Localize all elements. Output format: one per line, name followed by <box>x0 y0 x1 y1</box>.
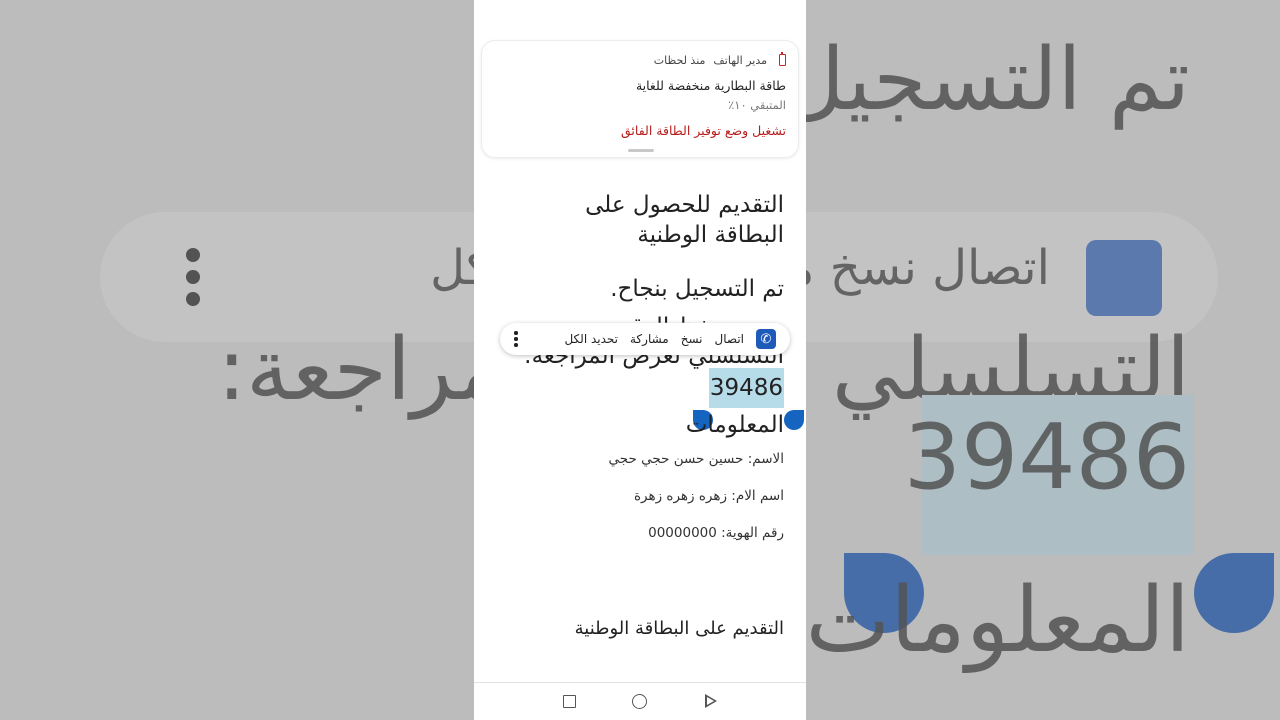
notification-title: طاقة البطارية منخفضة للغاية <box>635 78 786 93</box>
mother-name-field: اسم الام: زهره زهره زهرة <box>633 488 784 504</box>
notification-app-name: مدير الهاتف <box>713 53 767 67</box>
phone-screen: مدير الهاتف منذ لحظات طاقة البطارية منخف… <box>474 0 806 720</box>
more-options-icon[interactable] <box>510 331 522 347</box>
notification-drag-handle[interactable] <box>628 149 654 152</box>
battery-icon <box>779 52 786 66</box>
share-button[interactable]: مشاركة <box>630 332 669 346</box>
notification-time: منذ لحظات <box>653 53 706 67</box>
notification-header: مدير الهاتف منذ لحظات <box>494 51 786 69</box>
call-button[interactable]: اتصال <box>715 332 744 346</box>
battery-notification[interactable]: مدير الهاتف منذ لحظات طاقة البطارية منخف… <box>481 40 799 158</box>
page-title: التقديم للحصول على البطاقة الوطنية <box>585 192 784 248</box>
recents-icon[interactable] <box>563 695 576 708</box>
navigation-bar <box>474 682 806 720</box>
footer-heading: التقديم على البطاقة الوطنية <box>574 618 784 639</box>
text-selection-toolbar: ✆ اتصال نسخ مشاركة تحديد الكل <box>500 323 790 355</box>
back-icon[interactable] <box>705 694 717 708</box>
selection-handle-end[interactable] <box>784 410 804 430</box>
selected-serial-number[interactable]: 39486 <box>708 368 784 408</box>
info-heading: المعلومات <box>685 412 784 438</box>
copy-button[interactable]: نسخ <box>681 332 703 346</box>
id-number-field: رقم الهوية: 00000000 <box>648 525 784 541</box>
select-all-button[interactable]: تحديد الكل <box>564 332 618 346</box>
home-icon[interactable] <box>632 694 647 709</box>
success-message: تم التسجيل بنجاح. <box>610 276 784 302</box>
phone-icon[interactable]: ✆ <box>756 329 776 349</box>
name-field: الاسم: حسين حسن حجي حجي <box>608 451 785 467</box>
power-saving-action-button[interactable]: تشغيل وضع توفير الطاقة الفائق <box>494 123 786 138</box>
notification-subtitle: المتبقي ١٠٪ <box>728 98 786 112</box>
